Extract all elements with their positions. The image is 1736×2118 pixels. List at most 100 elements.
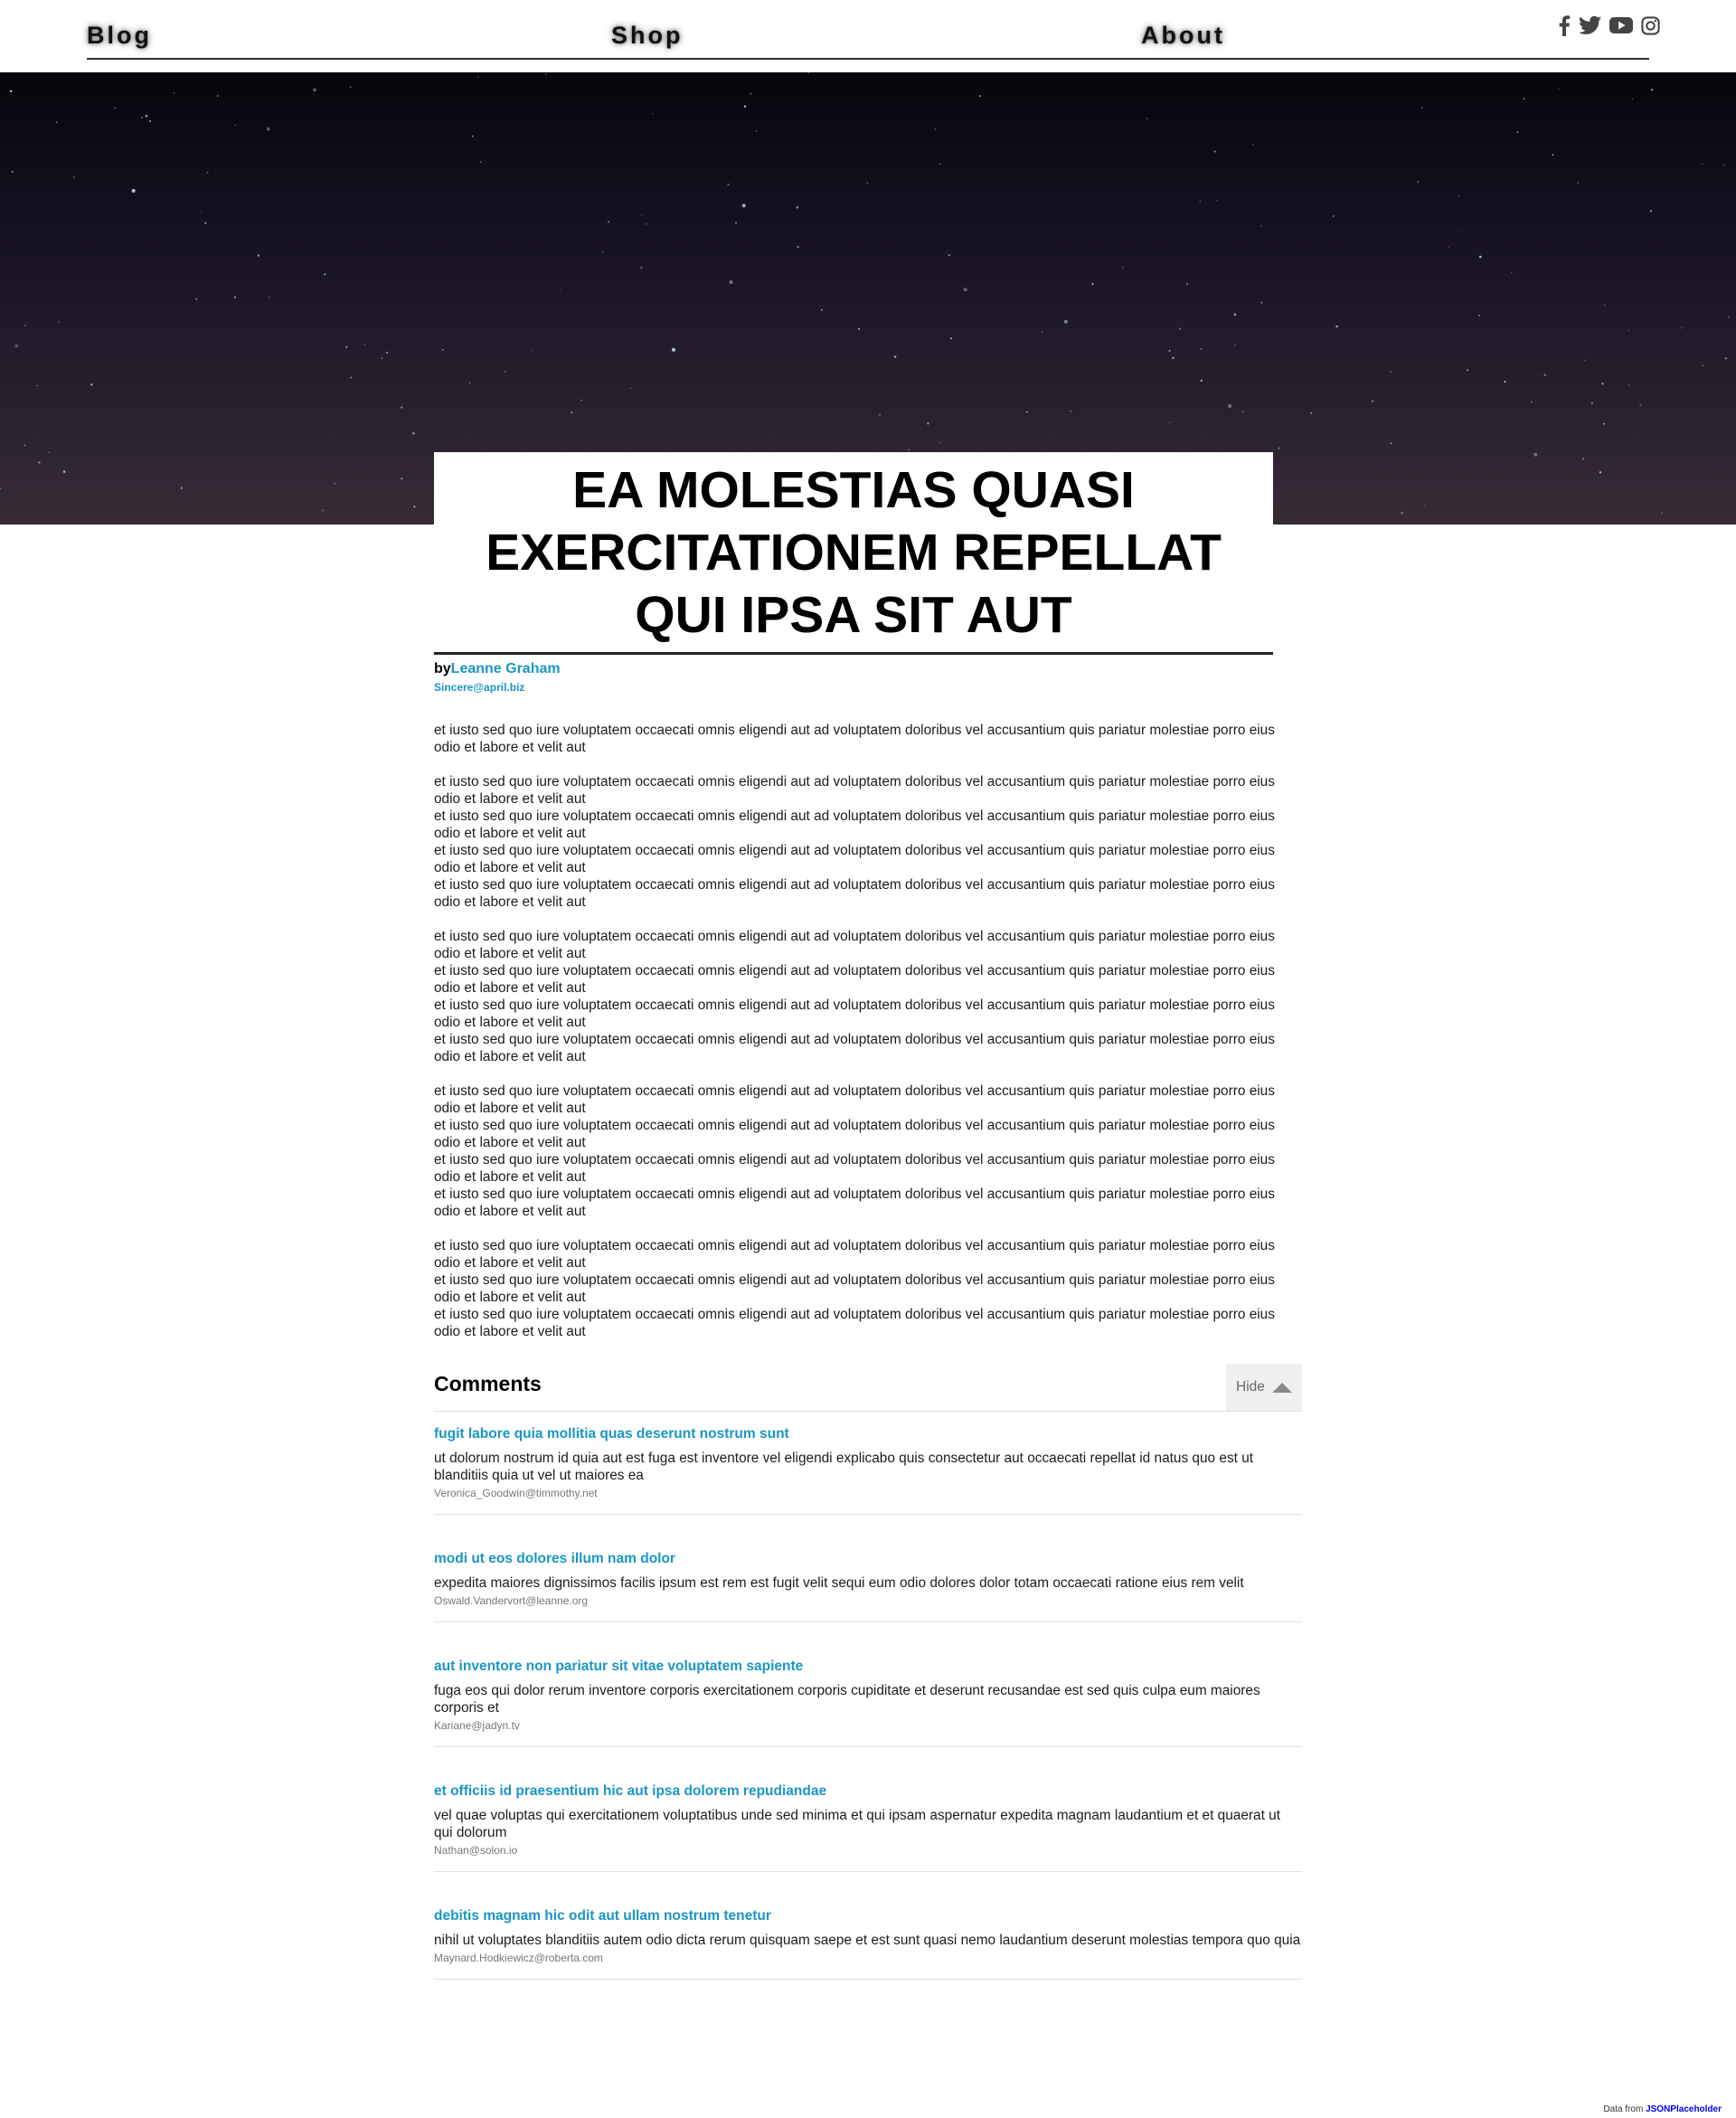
star	[1467, 369, 1469, 372]
credit-prefix: Data from	[1603, 2104, 1644, 2114]
star	[1603, 304, 1606, 307]
facebook-icon[interactable]	[1558, 14, 1571, 36]
post-body-line: et iusto sed quo iure voluptatem occaeca…	[434, 1083, 1275, 1116]
comment-title[interactable]: modi ut eos dolores illum nam dolor	[434, 1551, 1302, 1567]
star	[1251, 144, 1254, 146]
star	[1213, 150, 1216, 153]
youtube-icon[interactable]	[1609, 16, 1633, 34]
star	[1091, 282, 1094, 286]
star	[1063, 319, 1068, 324]
star	[858, 327, 861, 330]
star	[1401, 511, 1403, 515]
star	[1724, 356, 1728, 360]
star	[234, 124, 236, 127]
star	[1371, 400, 1374, 402]
star	[1599, 471, 1602, 474]
star	[1421, 107, 1423, 109]
post-body-line: et iusto sed quo iure voluptatem occaeca…	[434, 1152, 1275, 1185]
post-body-line: et iusto sed quo iure voluptatem occaeca…	[434, 1032, 1275, 1064]
star	[1228, 404, 1232, 408]
star	[727, 183, 730, 186]
star	[580, 399, 582, 402]
caret-up-icon	[1271, 1382, 1292, 1393]
nav-link-blog[interactable]: Blog	[87, 22, 152, 50]
star	[1215, 199, 1218, 202]
star	[441, 348, 444, 351]
star	[1458, 195, 1459, 197]
star	[640, 214, 643, 216]
star	[949, 337, 952, 340]
star	[1168, 421, 1171, 424]
star	[1723, 164, 1726, 166]
star	[180, 487, 184, 489]
comment-body: nihil ut voluptates blanditiis autem odi…	[434, 1933, 1301, 1948]
comments-section: Comments Hide fugit labore quia mollitia…	[434, 1364, 1302, 1980]
instagram-icon[interactable]	[1641, 15, 1660, 35]
star	[1552, 154, 1554, 156]
hide-comments-button[interactable]: Hide	[1226, 1364, 1302, 1411]
top-navigation: Blog Shop About	[87, 0, 1660, 60]
star	[750, 92, 752, 95]
post-paragraph: et iusto sed quo iure voluptatem occaeca…	[434, 773, 1288, 911]
star	[1558, 88, 1561, 90]
star	[530, 349, 533, 352]
star	[381, 357, 383, 360]
comment-item: debitis magnam hic odit aut ullam nostru…	[434, 1872, 1302, 1980]
star	[734, 222, 738, 224]
star	[1310, 411, 1313, 415]
star	[1278, 447, 1280, 449]
star	[148, 119, 152, 123]
star	[90, 383, 93, 386]
nav-link-about[interactable]: About	[1141, 22, 1225, 50]
star	[24, 444, 26, 447]
star	[0, 487, 1, 490]
star	[268, 296, 270, 298]
comment-item: et officiis id praesentium hic aut ipsa …	[434, 1747, 1302, 1872]
star	[1590, 402, 1594, 405]
star	[1260, 301, 1263, 304]
star	[73, 176, 75, 178]
star	[201, 211, 203, 213]
star	[927, 422, 929, 425]
author-email-link[interactable]: Sincere@april.biz	[434, 681, 561, 694]
star	[1516, 131, 1519, 134]
nav-link-shop[interactable]: Shop	[611, 22, 684, 50]
comment-email: Veronica_Goodwin@timmothy.net	[434, 1487, 598, 1499]
star	[413, 506, 416, 508]
star	[1702, 364, 1704, 367]
comment-title[interactable]: fugit labore quia mollitia quas deserunt…	[434, 1426, 1302, 1442]
post-paragraph: et iusto sed quo iure voluptatem occaeca…	[434, 1237, 1288, 1340]
comment-body: expedita maiores dignissimos facilis ips…	[434, 1575, 1244, 1591]
comment-title[interactable]: aut inventore non pariatur sit vitae vol…	[434, 1659, 1302, 1675]
star	[1701, 163, 1703, 165]
star	[257, 254, 259, 257]
twitter-icon[interactable]	[1579, 15, 1601, 35]
star	[978, 95, 981, 98]
star	[9, 90, 13, 93]
star	[504, 370, 506, 373]
star	[729, 280, 733, 284]
post-body-line: et iusto sed quo iure voluptatem occaeca…	[434, 1187, 1275, 1219]
post-body-line: et iusto sed quo iure voluptatem occaeca…	[434, 723, 1275, 755]
star	[1233, 313, 1237, 317]
comments-header: Comments Hide	[434, 1364, 1302, 1412]
star	[807, 72, 810, 74]
star	[640, 267, 643, 269]
star	[1179, 327, 1182, 330]
star	[1601, 383, 1604, 385]
comment-title[interactable]: debitis magnam hic odit aut ullam nostru…	[434, 1908, 1302, 1924]
star	[607, 221, 610, 223]
star	[324, 273, 326, 276]
star	[934, 128, 937, 130]
star	[1241, 410, 1244, 413]
star	[401, 406, 403, 409]
comment-title[interactable]: et officiis id praesentium hic aut ipsa …	[434, 1783, 1302, 1800]
star	[479, 161, 482, 164]
author-link[interactable]: Leanne Graham	[451, 661, 561, 676]
star	[114, 107, 117, 109]
star	[571, 411, 573, 413]
star	[1628, 329, 1630, 332]
star	[145, 115, 148, 118]
star	[1332, 214, 1335, 218]
jsonplaceholder-link[interactable]: JSONPlaceholder	[1646, 2104, 1722, 2114]
